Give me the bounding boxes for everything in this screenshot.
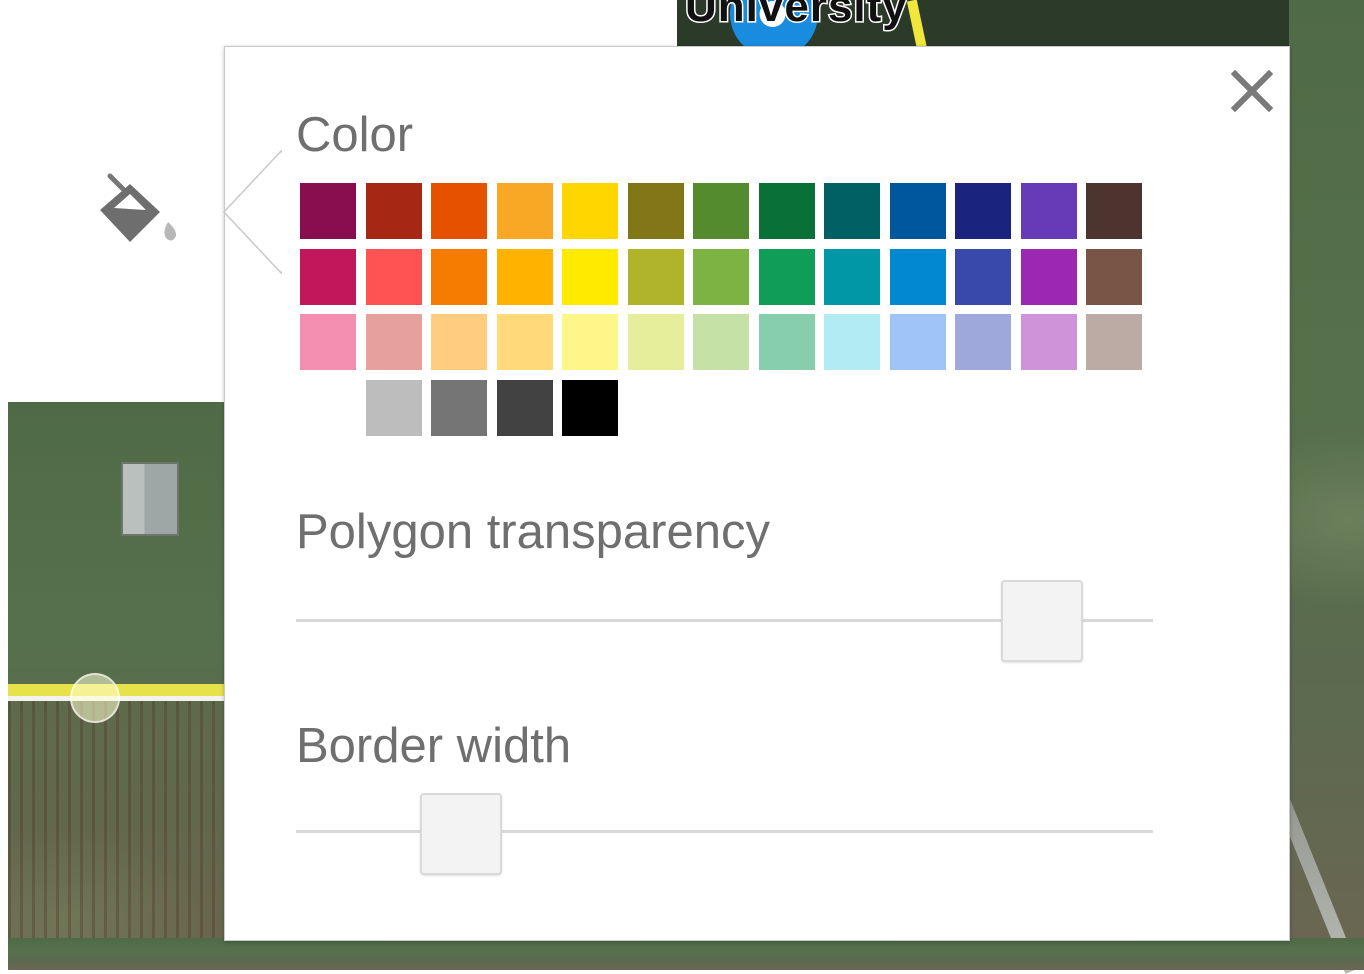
color-swatch[interactable] <box>955 248 1011 305</box>
color-swatch[interactable] <box>889 248 946 305</box>
color-swatch[interactable] <box>627 314 684 370</box>
color-swatch[interactable] <box>365 314 422 370</box>
color-swatch[interactable] <box>824 314 880 370</box>
color-swatch[interactable] <box>824 183 880 239</box>
color-swatch[interactable] <box>431 183 487 239</box>
color-swatch[interactable] <box>562 248 618 305</box>
color-swatch[interactable] <box>1020 183 1077 239</box>
color-swatch[interactable] <box>1086 183 1142 239</box>
color-swatch[interactable] <box>758 248 815 305</box>
polygon-transparency-title: Polygon transparency <box>296 505 770 559</box>
color-swatch[interactable] <box>562 314 618 370</box>
color-swatch[interactable] <box>431 314 487 370</box>
color-swatch[interactable] <box>496 314 553 370</box>
color-swatch[interactable] <box>300 248 356 305</box>
color-swatch[interactable] <box>693 314 749 370</box>
polygon-vertex-handle[interactable] <box>70 673 120 723</box>
color-swatch[interactable] <box>1020 314 1077 370</box>
color-swatch[interactable] <box>889 183 946 239</box>
border-width-slider-thumb[interactable] <box>420 793 502 875</box>
color-swatch[interactable] <box>300 183 356 239</box>
color-swatch[interactable] <box>496 379 553 436</box>
color-swatch[interactable] <box>693 248 749 305</box>
color-swatch[interactable] <box>889 314 946 370</box>
close-icon[interactable] <box>1227 66 1277 116</box>
color-swatch[interactable] <box>562 379 618 436</box>
paint-bucket-icon[interactable] <box>96 172 180 246</box>
color-swatch[interactable] <box>955 183 1011 239</box>
color-swatch[interactable] <box>824 248 880 305</box>
color-swatch[interactable] <box>1020 248 1077 305</box>
color-swatch[interactable] <box>431 379 487 436</box>
color-swatch[interactable] <box>758 183 815 239</box>
color-swatch[interactable] <box>365 248 422 305</box>
map-place-label: University <box>684 0 909 33</box>
color-swatch[interactable] <box>627 183 684 239</box>
popup-pointer <box>222 150 282 274</box>
color-swatch[interactable] <box>1086 314 1142 370</box>
color-swatch[interactable] <box>758 314 815 370</box>
border-width-title: Border width <box>296 719 572 773</box>
color-swatch[interactable] <box>562 183 618 239</box>
map-background-bottom <box>8 938 1364 970</box>
map-building <box>121 462 179 536</box>
color-swatch[interactable] <box>955 314 1011 370</box>
color-swatch[interactable] <box>627 248 684 305</box>
style-popup-panel <box>224 46 1290 941</box>
color-swatch[interactable] <box>365 183 422 239</box>
color-swatch[interactable] <box>496 248 553 305</box>
map-field <box>8 700 226 940</box>
color-swatch[interactable] <box>496 183 553 239</box>
color-swatch[interactable] <box>300 314 356 370</box>
polygon-transparency-slider-thumb[interactable] <box>1001 580 1084 662</box>
color-section-title: Color <box>296 108 414 162</box>
color-swatch[interactable] <box>1086 248 1142 305</box>
color-swatch[interactable] <box>431 248 487 305</box>
color-swatch[interactable] <box>693 183 749 239</box>
color-swatch[interactable] <box>365 379 422 436</box>
